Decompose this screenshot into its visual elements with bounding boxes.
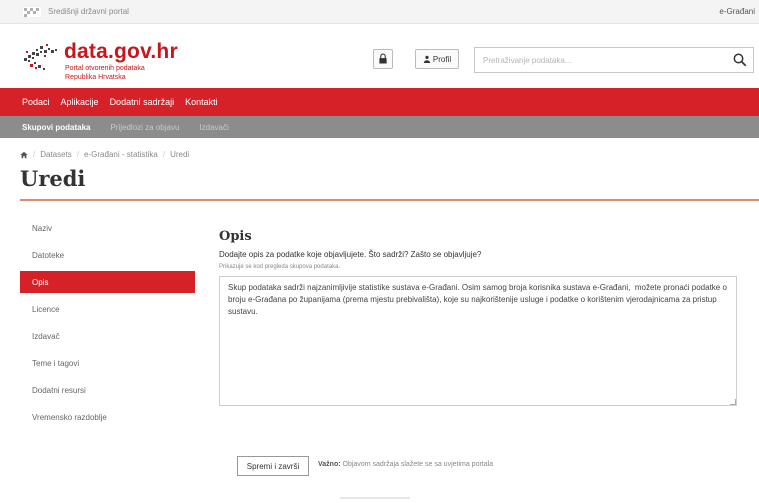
- save-and-finish-button[interactable]: Spremi i završi: [237, 456, 309, 476]
- sidebar-item-vremensko-razdoblje[interactable]: Vremensko razdoblje: [20, 406, 195, 428]
- breadcrumb-dataset[interactable]: e-Građani - statistika: [84, 150, 158, 159]
- profile-button[interactable]: Profil: [415, 49, 459, 69]
- terms-notice-label: Važno:: [318, 461, 341, 468]
- egradjani-link[interactable]: e-Građani: [719, 7, 755, 16]
- subnav-item-prijedlozi[interactable]: Prijedlozi za objavu: [100, 123, 189, 132]
- description-question-label: Dodajte opis za podatke koje objavljujet…: [219, 250, 482, 259]
- home-icon[interactable]: [20, 151, 28, 159]
- sidebar-item-licence[interactable]: Licence: [20, 298, 195, 320]
- nav-item-dodatni-sadrzaji[interactable]: Dodatni sadržaji: [110, 97, 175, 107]
- page-title: Uredi: [20, 166, 86, 191]
- description-textarea[interactable]: Skup podataka sadrži najzanimljivije sta…: [219, 276, 737, 406]
- subnav-item-skupovi-podataka[interactable]: Skupovi podataka: [12, 123, 100, 132]
- profile-button-label: Profil: [432, 54, 452, 64]
- site-logo-country: Republika Hrvatska: [65, 74, 126, 81]
- sidebar-item-dodatni-resursi[interactable]: Dodatni resursi: [20, 379, 195, 401]
- nav-item-aplikacije[interactable]: Aplikacije: [61, 97, 99, 107]
- sub-navigation: Skupovi podataka Prijedlozi za objavu Iz…: [0, 116, 759, 138]
- croatia-map-logo-icon[interactable]: [22, 38, 62, 74]
- site-logo-title[interactable]: data.gov.hr: [64, 40, 178, 64]
- login-button[interactable]: [373, 49, 393, 69]
- nav-item-podaci[interactable]: Podaci: [22, 97, 50, 107]
- croatia-coat-of-arms-icon: [22, 6, 42, 18]
- breadcrumb-separator: /: [76, 150, 80, 159]
- breadcrumb-separator: /: [33, 150, 36, 159]
- nav-item-kontakti[interactable]: Kontakti: [185, 97, 218, 107]
- sidebar-item-naziv[interactable]: Naziv: [20, 217, 195, 239]
- sidebar-item-teme-i-tagovi[interactable]: Teme i tagovi: [20, 352, 195, 374]
- textarea-resize-handle[interactable]: [730, 399, 736, 405]
- breadcrumb-separator: /: [162, 150, 166, 159]
- section-title: Opis: [219, 229, 252, 244]
- main-navigation: Podaci Aplikacije Dodatni sadržaji Konta…: [0, 88, 759, 116]
- lock-icon: [379, 53, 387, 64]
- site-logo-subtitle: Portal otvorenih podataka: [65, 65, 145, 72]
- breadcrumb-datasets[interactable]: Datasets: [40, 150, 72, 159]
- search-input[interactable]: [475, 48, 725, 72]
- search-icon[interactable]: [733, 53, 747, 67]
- sidebar-item-datoteke[interactable]: Datoteke: [20, 244, 195, 266]
- breadcrumb-current: Uredi: [170, 150, 190, 159]
- sidebar-item-izdavac[interactable]: Izdavač: [20, 325, 195, 347]
- breadcrumb: / Datasets / e-Građani - statistika / Ur…: [20, 150, 189, 159]
- terms-notice-text: Objavom sadržaja slažete se sa uvjetima …: [342, 461, 494, 468]
- central-portal-link[interactable]: Središnji državni portal: [48, 7, 129, 16]
- subnav-item-izdavaci[interactable]: Izdavači: [189, 123, 238, 132]
- search-box: [474, 47, 754, 73]
- user-icon: [423, 55, 431, 63]
- edit-sections-sidebar: Naziv Datoteke Opis Licence Izdavač Teme…: [20, 217, 195, 433]
- site-header: data.gov.hr Portal otvorenih podataka Re…: [0, 24, 759, 88]
- title-divider: [20, 199, 759, 201]
- top-utility-bar: Središnji državni portal e-Građani: [0, 0, 759, 24]
- terms-notice: Važno: Objavom sadržaja slažete se sa uv…: [318, 461, 493, 468]
- description-hint: Prikazuje se kod pregleda skupova podata…: [219, 264, 341, 270]
- footer-divider: [340, 497, 410, 499]
- sidebar-item-opis[interactable]: Opis: [20, 271, 195, 293]
